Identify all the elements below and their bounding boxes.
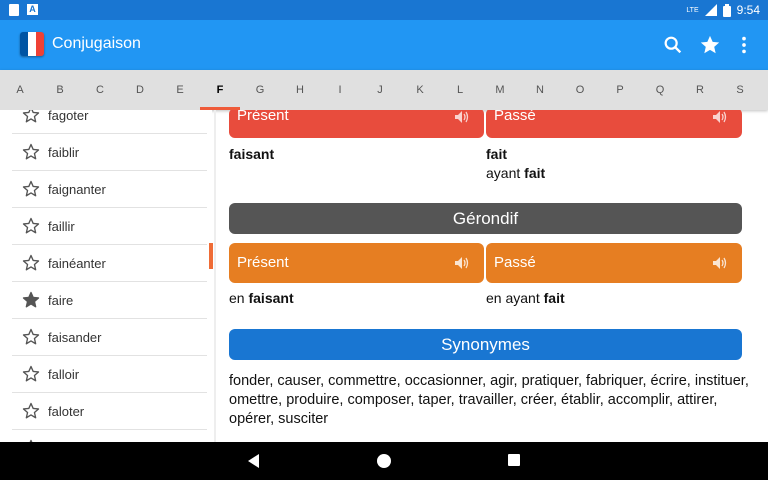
tab-letter-j[interactable]: J (360, 70, 400, 110)
battery-icon (722, 3, 731, 17)
tab-letter-g[interactable]: G (240, 70, 280, 110)
verb-item-faloter[interactable]: faloter (12, 393, 207, 430)
star-outline-icon[interactable] (22, 143, 40, 161)
alphabet-tabs: A B C D E F G H I J K L M N O P Q R S (0, 70, 768, 110)
verb-item-falloir[interactable]: falloir (12, 356, 207, 393)
verb-label: faisander (48, 330, 102, 345)
network-label: LTE (686, 6, 699, 14)
sim-card-icon (9, 4, 19, 16)
verb-label: falloir (48, 367, 80, 382)
gerondif-present-label: Présent (237, 254, 289, 271)
verb-item-faillir[interactable]: faillir (12, 208, 207, 245)
tab-letter-k[interactable]: K (400, 70, 440, 110)
signal-icon (704, 4, 717, 16)
gerondif-section-title: Gérondif (229, 203, 742, 234)
star-filled-icon[interactable] (22, 291, 40, 309)
home-icon[interactable] (377, 454, 391, 468)
tab-letter-b[interactable]: B (40, 70, 80, 110)
system-navigation-bar (0, 442, 768, 480)
speaker-icon[interactable] (454, 110, 470, 124)
tab-letter-n[interactable]: N (520, 70, 560, 110)
status-bar: A LTE 9:54 (0, 0, 768, 20)
tab-letter-q[interactable]: Q (640, 70, 680, 110)
tab-letter-d[interactable]: D (120, 70, 160, 110)
star-icon[interactable] (699, 34, 721, 56)
gerondif-present-header: Présent (229, 243, 484, 283)
verb-item-faisander[interactable]: faisander (12, 319, 207, 356)
back-icon[interactable] (247, 454, 261, 468)
participe-past-header: Passé (486, 110, 742, 138)
app-title: Conjugaison (52, 35, 141, 52)
speaker-icon[interactable] (712, 110, 728, 124)
app-bar: Conjugaison (0, 20, 768, 70)
tab-letter-r[interactable]: R (680, 70, 720, 110)
verb-label: faire (48, 293, 74, 308)
verb-label: faiblir (48, 145, 80, 160)
participe-past-form: fait (486, 146, 507, 162)
tab-letter-m[interactable]: M (480, 70, 520, 110)
verb-item-faiblir[interactable]: faiblir (12, 134, 207, 171)
participe-past-compound-form: ayant fait (486, 165, 546, 181)
tab-letter-a[interactable]: A (0, 70, 40, 110)
tab-letter-o[interactable]: O (560, 70, 600, 110)
synonyms-section-title: Synonymes (229, 329, 742, 360)
more-vert-icon[interactable] (733, 34, 755, 56)
conjugation-content[interactable]: Présent Passé faisant fait ayant fait Gé… (216, 110, 768, 442)
search-icon[interactable] (662, 34, 684, 56)
tab-letter-l[interactable]: L (440, 70, 480, 110)
gerondif-past-form: en ayant fait (486, 290, 565, 306)
tab-letter-i[interactable]: I (320, 70, 360, 110)
gerondif-past-header: Passé (486, 243, 742, 283)
recents-icon[interactable] (508, 454, 520, 466)
participe-past-label: Passé (494, 110, 536, 124)
verb-label: fainéanter (48, 256, 106, 271)
verb-item-faignanter[interactable]: faignanter (12, 171, 207, 208)
gerondif-past-label: Passé (494, 254, 536, 271)
scroll-position-marker[interactable] (209, 243, 213, 269)
speaker-icon[interactable] (712, 256, 728, 270)
star-outline-icon[interactable] (22, 180, 40, 198)
star-outline-icon[interactable] (22, 365, 40, 383)
star-outline-icon[interactable] (22, 402, 40, 420)
tab-letter-f[interactable]: F (200, 70, 240, 110)
star-outline-icon[interactable] (22, 110, 40, 124)
star-outline-icon[interactable] (22, 217, 40, 235)
tab-letter-e[interactable]: E (160, 70, 200, 110)
french-flag-icon (20, 32, 44, 56)
participe-present-header: Présent (229, 110, 484, 138)
tab-letter-c[interactable]: C (80, 70, 120, 110)
verb-label: faignanter (48, 182, 106, 197)
participe-present-label: Présent (237, 110, 289, 124)
clock: 9:54 (736, 3, 760, 17)
notification-a-icon: A (27, 4, 38, 15)
verb-item-fagoter[interactable]: fagoter (12, 110, 207, 134)
verb-list[interactable]: fagoter faiblir faignanter faillir fainé… (0, 110, 212, 442)
gerondif-present-form: en faisant (229, 290, 294, 306)
participe-present-form: faisant (229, 146, 275, 162)
synonyms-text: fonder, causer, commettre, occasionner, … (229, 373, 749, 427)
verb-item-faineanter[interactable]: fainéanter (12, 245, 207, 282)
star-outline-icon[interactable] (22, 328, 40, 346)
verb-label: fagoter (48, 110, 89, 123)
star-outline-icon[interactable] (22, 254, 40, 272)
tab-letter-s[interactable]: S (720, 70, 760, 110)
speaker-icon[interactable] (454, 256, 470, 270)
tab-letter-p[interactable]: P (600, 70, 640, 110)
verb-item-partial[interactable] (12, 430, 207, 442)
verb-item-faire[interactable]: faire (12, 282, 207, 319)
verb-label: faillir (48, 219, 75, 234)
verb-label: faloter (48, 404, 85, 419)
tab-letter-h[interactable]: H (280, 70, 320, 110)
